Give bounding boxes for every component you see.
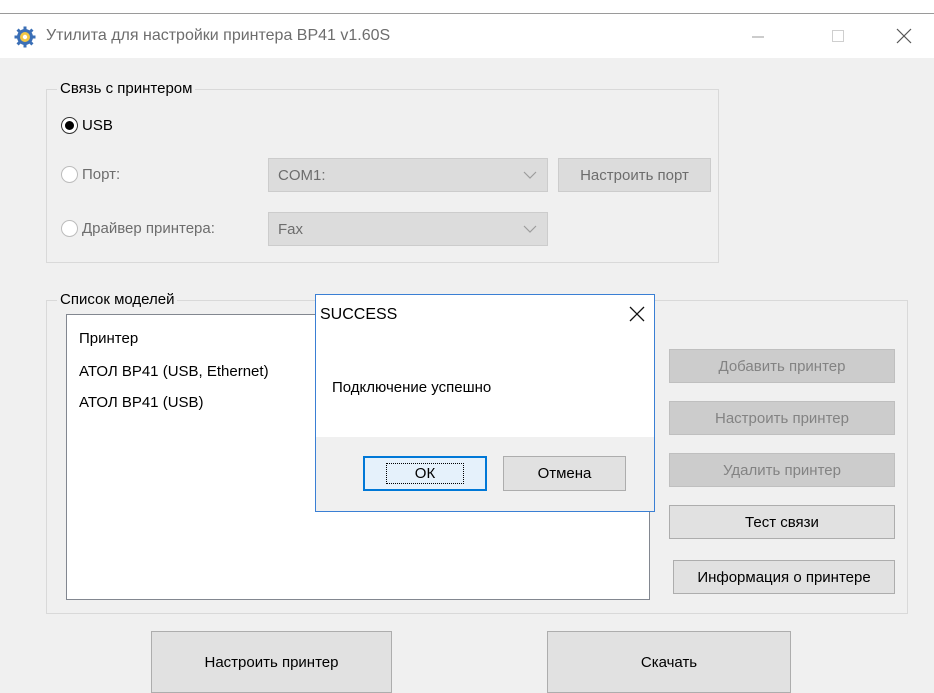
delete-printer-button[interactable]: Удалить принтер [669,453,895,487]
models-group-title: Список моделей [57,291,178,309]
port-select[interactable]: COM1: [268,158,548,192]
usb-radio[interactable]: USB [61,117,113,134]
maximize-icon [832,30,844,42]
minimize-icon [752,36,764,38]
usb-radio-label: USB [82,117,113,134]
title-bar[interactable]: Утилита для настройки принтера BP41 v1.6… [0,14,934,58]
ok-button[interactable]: ОК [363,456,487,491]
printer-info-button[interactable]: Информация о принтере [673,560,895,594]
add-printer-button[interactable]: Добавить принтер [669,349,895,383]
configure-printer-list-button[interactable]: Настроить принтер [669,401,895,435]
download-button[interactable]: Скачать [547,631,791,693]
port-radio[interactable]: Порт: [61,166,120,183]
close-button[interactable] [874,14,934,58]
list-header: Принтер [79,330,139,347]
usb-radio-indicator[interactable] [61,117,78,134]
list-item[interactable]: АТОЛ BP41 (USB) [79,394,204,411]
port-radio-indicator[interactable] [61,166,78,183]
dialog-message: Подключение успешно [332,379,492,396]
dialog-title: SUCCESS [320,306,398,323]
driver-select-value: Fax [278,220,304,238]
close-icon [896,28,912,44]
dialog-body: SUCCESS Подключение успешно [316,295,654,437]
chevron-down-icon [523,225,537,233]
driver-select[interactable]: Fax [268,212,548,246]
port-radio-label: Порт: [82,166,121,183]
cancel-button[interactable]: Отмена [503,456,626,491]
driver-radio-label: Драйвер принтера: [82,220,215,237]
dialog-close-button[interactable] [626,303,648,325]
maximize-button[interactable] [808,14,868,58]
chevron-down-icon [523,171,537,179]
port-select-value: COM1: [278,166,326,184]
list-item[interactable]: АТОЛ BP41 (USB, Ethernet) [79,363,269,380]
driver-radio[interactable]: Драйвер принтера: [61,220,215,237]
close-icon [629,306,645,322]
test-connection-button[interactable]: Тест связи [669,505,895,539]
minimize-button[interactable] [728,14,788,58]
configure-port-button[interactable]: Настроить порт [558,158,711,192]
connection-group-title: Связь с принтером [57,80,196,98]
success-dialog[interactable]: SUCCESS Подключение успешно ОК Отмена [315,294,655,512]
gear-icon [14,26,36,48]
screen-top-strip [0,0,934,14]
window-title: Утилита для настройки принтера BP41 v1.6… [46,27,391,44]
driver-radio-indicator[interactable] [61,220,78,237]
configure-printer-button[interactable]: Настроить принтер [151,631,392,693]
ok-button-label: ОК [385,463,465,484]
